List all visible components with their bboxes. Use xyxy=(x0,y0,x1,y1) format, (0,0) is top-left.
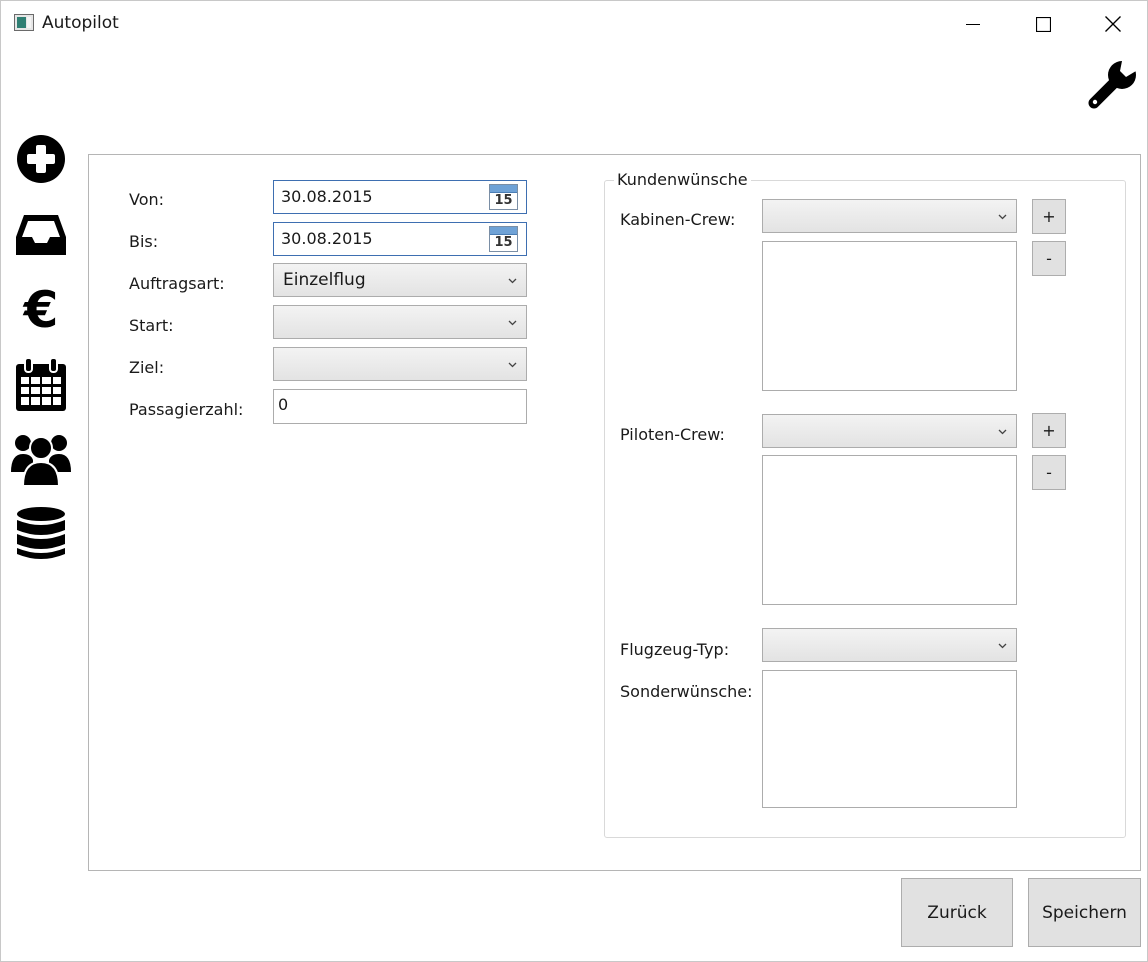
settings-button[interactable] xyxy=(1086,59,1138,111)
bis-label: Bis: xyxy=(129,232,159,251)
von-label: Von: xyxy=(129,190,165,209)
kabinen-crew-label: Kabinen-Crew: xyxy=(620,210,736,229)
back-button[interactable]: Zurück xyxy=(901,878,1013,947)
piloten-crew-list[interactable] xyxy=(762,455,1017,605)
passagierzahl-value[interactable]: 0 xyxy=(278,395,288,414)
remove-kabinen-crew-button[interactable]: - xyxy=(1032,241,1066,276)
start-label: Start: xyxy=(129,316,174,335)
svg-text:€: € xyxy=(23,285,59,333)
add-piloten-crew-button[interactable]: + xyxy=(1032,413,1066,448)
wrench-icon xyxy=(1088,61,1136,109)
maximize-button[interactable] xyxy=(1008,1,1078,47)
sidebar-item-inbox[interactable] xyxy=(11,207,71,263)
inbox-icon xyxy=(16,215,66,255)
remove-piloten-crew-button[interactable]: - xyxy=(1032,455,1066,490)
piloten-crew-select[interactable] xyxy=(762,414,1017,448)
chevron-down-icon xyxy=(998,429,1007,435)
app-icon xyxy=(14,14,34,31)
sidebar-item-finance[interactable]: € xyxy=(11,281,71,337)
von-calendar-button[interactable]: 15 xyxy=(489,184,518,210)
sonderwuensche-textarea[interactable] xyxy=(762,670,1017,808)
flugzeug-typ-label: Flugzeug-Typ: xyxy=(620,640,730,659)
sidebar-item-new-order[interactable] xyxy=(11,131,71,187)
ziel-select[interactable] xyxy=(273,347,527,381)
bis-datepicker[interactable]: 30.08.2015 15 xyxy=(273,222,527,256)
von-date-value[interactable]: 30.08.2015 xyxy=(281,187,373,206)
von-datepicker[interactable]: 30.08.2015 15 xyxy=(273,180,527,214)
title-bar: Autopilot xyxy=(1,1,1147,47)
database-icon xyxy=(17,507,65,559)
auftragsart-select[interactable]: Einzelflug xyxy=(273,263,527,297)
calendar-icon: 15 xyxy=(494,235,513,250)
save-button[interactable]: Speichern xyxy=(1028,878,1141,947)
window-title: Autopilot xyxy=(42,13,119,33)
calendar-icon: 15 xyxy=(494,193,513,208)
sonderwuensche-label: Sonderwünsche: xyxy=(620,682,753,701)
close-icon xyxy=(1105,16,1121,32)
auftragsart-value: Einzelflug xyxy=(283,270,366,290)
minimize-button[interactable] xyxy=(938,1,1008,47)
users-icon xyxy=(11,435,71,486)
app-window: Autopilot € Von: 30.08.2015 15 Bis: 30.0… xyxy=(0,0,1148,962)
add-circle-icon xyxy=(17,135,65,183)
maximize-icon xyxy=(1035,16,1051,32)
sidebar-item-database[interactable] xyxy=(11,506,71,562)
chevron-down-icon xyxy=(998,214,1007,220)
kabinen-crew-list[interactable] xyxy=(762,241,1017,391)
kundenwuensche-title: Kundenwünsche xyxy=(614,170,751,189)
close-button[interactable] xyxy=(1078,1,1148,47)
chevron-down-icon xyxy=(508,320,517,326)
add-kabinen-crew-button[interactable]: + xyxy=(1032,199,1066,234)
minimize-icon xyxy=(966,24,980,25)
bis-calendar-button[interactable]: 15 xyxy=(489,226,518,252)
chevron-down-icon xyxy=(508,278,517,284)
passagierzahl-label: Passagierzahl: xyxy=(129,400,244,419)
chevron-down-icon xyxy=(998,643,1007,649)
sidebar-item-calendar[interactable] xyxy=(11,357,71,413)
chevron-down-icon xyxy=(508,362,517,368)
flugzeug-typ-select[interactable] xyxy=(762,628,1017,662)
ziel-label: Ziel: xyxy=(129,358,165,377)
bis-date-value[interactable]: 30.08.2015 xyxy=(281,229,373,248)
kabinen-crew-select[interactable] xyxy=(762,199,1017,233)
euro-icon: € xyxy=(23,285,59,333)
auftragsart-label: Auftragsart: xyxy=(129,274,225,293)
calendar-icon xyxy=(16,358,66,411)
passagierzahl-input[interactable]: 0 xyxy=(273,389,527,424)
sidebar-item-customers[interactable] xyxy=(11,430,71,486)
piloten-crew-label: Piloten-Crew: xyxy=(620,425,725,444)
start-select[interactable] xyxy=(273,305,527,339)
